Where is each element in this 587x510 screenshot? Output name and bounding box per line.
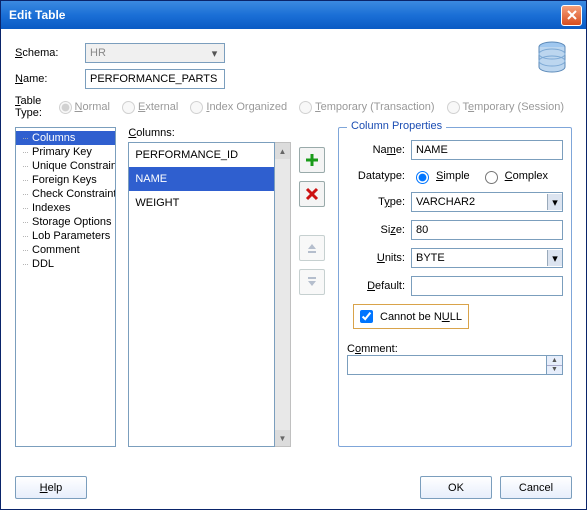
table-name-input[interactable]: [85, 69, 225, 89]
scroll-up-icon[interactable]: ▲: [275, 143, 290, 159]
schema-combo[interactable]: HR ▾: [85, 43, 225, 63]
close-icon: [567, 10, 577, 20]
table-type-radios: Normal External Index Organized Temporar…: [59, 101, 572, 114]
columns-list[interactable]: PERFORMANCE_ID NAME WEIGHT: [128, 142, 275, 447]
column-tools: [299, 127, 326, 447]
tree-item-foreign-keys[interactable]: ···Foreign Keys: [16, 173, 115, 187]
move-down-button[interactable]: [299, 269, 325, 295]
name-label: Name:: [15, 73, 85, 85]
tree-item-indexes[interactable]: ···Indexes: [16, 201, 115, 215]
cancel-button[interactable]: Cancel: [500, 476, 572, 499]
radio-index-organized[interactable]: Index Organized: [190, 101, 287, 114]
tabletype-label: Table Type:: [15, 95, 59, 119]
section-tree[interactable]: ···Columns ···Primary Key ···Unique Cons…: [15, 127, 116, 447]
add-column-button[interactable]: [299, 147, 325, 173]
prop-default-input[interactable]: [411, 276, 563, 296]
prop-size-input[interactable]: [411, 220, 563, 240]
not-null-checkbox-wrap: Cannot be NULL: [353, 304, 469, 329]
plus-icon: [305, 153, 319, 167]
column-properties-legend: Column Properties: [347, 120, 446, 132]
schema-value: HR: [90, 47, 106, 59]
radio-external[interactable]: External: [122, 101, 178, 114]
title-bar: Edit Table: [1, 1, 586, 29]
comment-spinner[interactable]: ▲ ▼: [547, 355, 563, 375]
columns-heading: Columns:: [128, 127, 291, 139]
not-null-label: Cannot be NULL: [380, 311, 462, 323]
prop-type-label: Type:: [347, 196, 405, 208]
radio-normal[interactable]: Normal: [59, 101, 110, 114]
move-up-button[interactable]: [299, 235, 325, 261]
window-title: Edit Table: [5, 8, 561, 22]
dialog-content: Schema: HR ▾ Name: Table Type: Normal Ex…: [1, 29, 586, 466]
tree-item-lob-parameters[interactable]: ···Lob Parameters: [16, 229, 115, 243]
chevron-down-icon: ▾: [547, 194, 562, 210]
spin-down-icon[interactable]: ▼: [547, 366, 562, 375]
chevron-down-icon: ▾: [209, 47, 220, 60]
prop-name-input[interactable]: [411, 140, 563, 160]
radio-simple[interactable]: Simple: [411, 168, 470, 184]
dialog-footer: Help OK Cancel: [1, 466, 586, 509]
ok-button[interactable]: OK: [420, 476, 492, 499]
close-button[interactable]: [561, 5, 582, 26]
not-null-checkbox[interactable]: [360, 310, 373, 323]
move-down-icon: [305, 275, 319, 289]
prop-name-label: Name:: [347, 144, 405, 156]
tree-item-storage-options[interactable]: ···Storage Options: [16, 215, 115, 229]
database-icon: [536, 41, 568, 80]
prop-comment-label: Comment:: [347, 343, 563, 355]
prop-datatype-label: Datatype:: [347, 170, 405, 182]
column-properties-group: Column Properties Name: Datatype: Simple…: [338, 127, 572, 447]
chevron-down-icon: ▾: [547, 250, 562, 266]
tree-item-unique-constraints[interactable]: ···Unique Constrain: [16, 159, 115, 173]
column-item[interactable]: WEIGHT: [129, 191, 274, 215]
edit-table-dialog: Edit Table Schema: HR ▾ Name: Ta: [0, 0, 587, 510]
prop-type-select[interactable]: VARCHAR2 ▾: [411, 192, 563, 212]
x-icon: [305, 187, 319, 201]
prop-comment-input[interactable]: [347, 355, 547, 375]
column-item[interactable]: NAME: [129, 167, 274, 191]
radio-temp-session[interactable]: Temporary (Session): [447, 101, 564, 114]
schema-label: Schema:: [15, 47, 85, 59]
prop-default-label: Default:: [347, 280, 405, 292]
move-up-icon: [305, 241, 319, 255]
remove-column-button[interactable]: [299, 181, 325, 207]
radio-complex[interactable]: Complex: [480, 168, 548, 184]
tree-item-comment[interactable]: ···Comment: [16, 243, 115, 257]
spin-up-icon[interactable]: ▲: [547, 356, 562, 366]
tree-item-check-constraints[interactable]: ···Check Constraint: [16, 187, 115, 201]
tree-item-columns[interactable]: ···Columns: [16, 131, 115, 145]
prop-units-label: Units:: [347, 252, 405, 264]
prop-size-label: Size:: [347, 224, 405, 236]
columns-scrollbar[interactable]: ▲ ▼: [275, 142, 291, 447]
column-item[interactable]: PERFORMANCE_ID: [129, 143, 274, 167]
radio-temp-transaction[interactable]: Temporary (Transaction): [299, 101, 434, 114]
help-button[interactable]: Help: [15, 476, 87, 499]
tree-item-ddl[interactable]: ···DDL: [16, 257, 115, 271]
tree-item-primary-key[interactable]: ···Primary Key: [16, 145, 115, 159]
scroll-down-icon[interactable]: ▼: [275, 430, 290, 446]
prop-units-select[interactable]: BYTE ▾: [411, 248, 563, 268]
